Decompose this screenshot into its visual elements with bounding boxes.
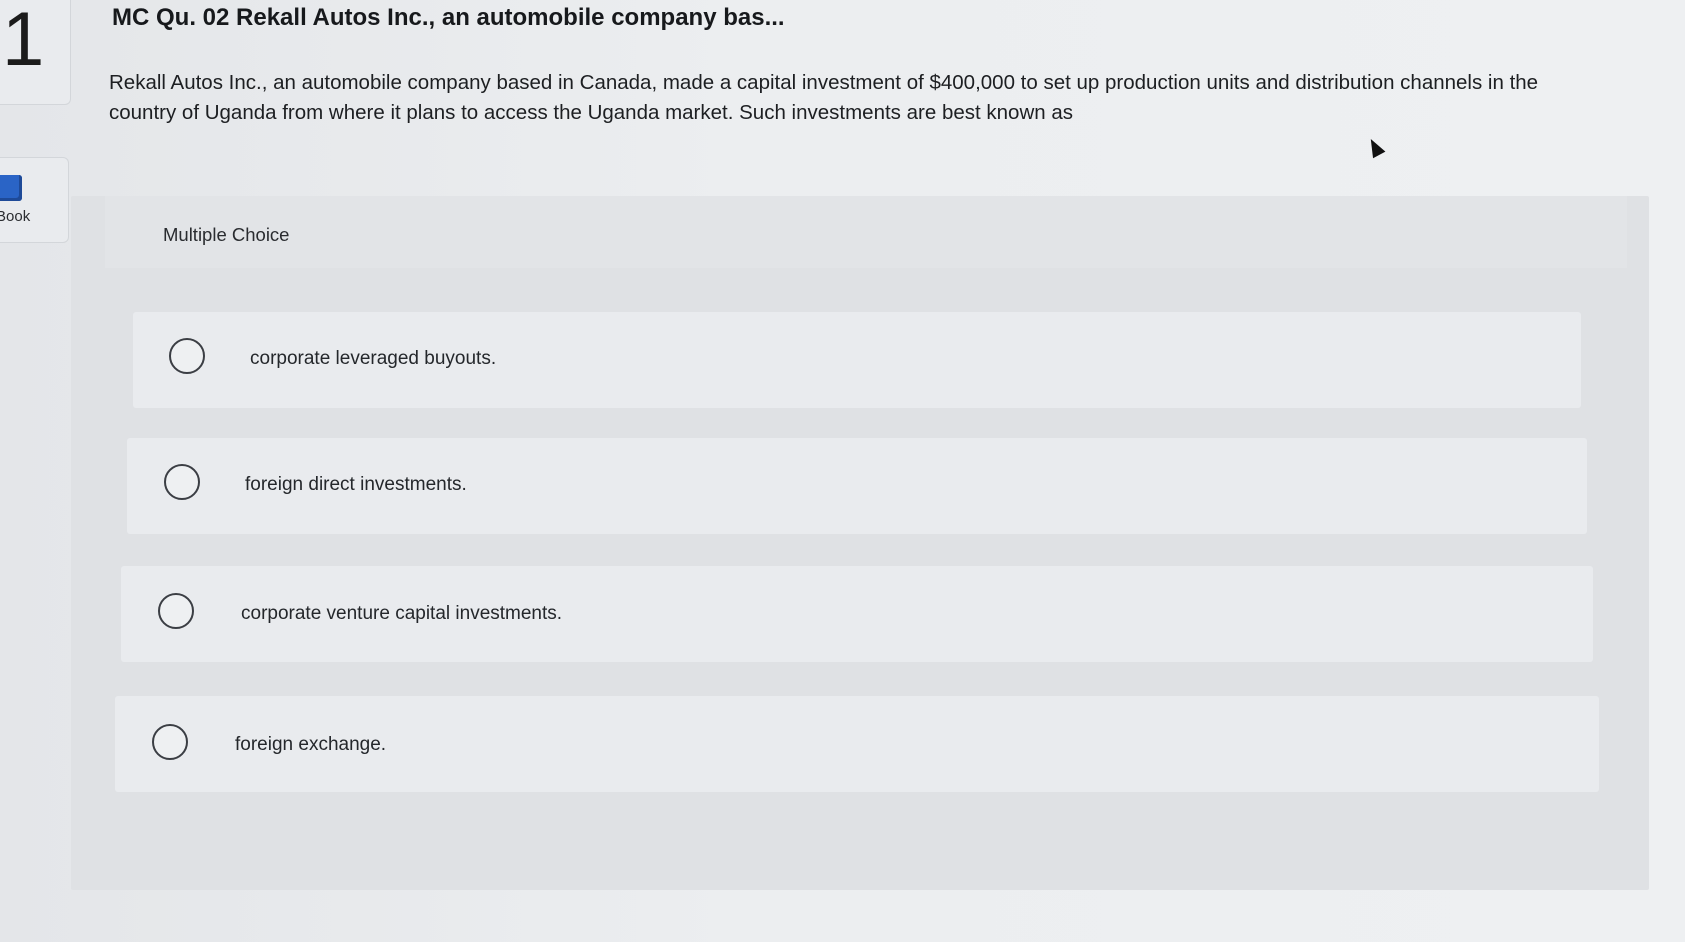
ebook-button[interactable]: Book xyxy=(0,157,69,243)
radio-button-3[interactable] xyxy=(158,593,194,629)
question-number-tab[interactable]: 1 xyxy=(0,0,71,105)
multiple-choice-panel: Multiple Choice corporate leveraged buyo… xyxy=(71,196,1649,890)
choice-option-1[interactable]: corporate leveraged buyouts. xyxy=(133,312,1581,408)
choice-label-1: corporate leveraged buyouts. xyxy=(250,348,497,369)
multiple-choice-label: Multiple Choice xyxy=(163,224,290,245)
choice-label-2: foreign direct investments. xyxy=(245,474,467,495)
radio-button-2[interactable] xyxy=(164,464,200,500)
book-icon xyxy=(0,175,22,201)
radio-button-1[interactable] xyxy=(169,338,205,374)
mouse-cursor-icon xyxy=(1364,135,1386,159)
multiple-choice-header: Multiple Choice xyxy=(105,196,1627,268)
choice-label-3: corporate venture capital investments. xyxy=(241,603,563,624)
choice-label-4: foreign exchange. xyxy=(235,734,387,755)
ebook-label: Book xyxy=(0,208,31,225)
question-number: 1 xyxy=(2,0,45,82)
question-title: MC Qu. 02 Rekall Autos Inc., an automobi… xyxy=(112,4,785,31)
radio-button-4[interactable] xyxy=(152,724,188,760)
question-prompt: Rekall Autos Inc., an automobile company… xyxy=(109,71,1539,124)
choice-option-4[interactable]: foreign exchange. xyxy=(115,696,1599,792)
choice-option-2[interactable]: foreign direct investments. xyxy=(127,438,1587,534)
page: 1 Book MC Qu. 02 Rekall Autos Inc., an a… xyxy=(0,0,1685,942)
choice-option-3[interactable]: corporate venture capital investments. xyxy=(121,566,1593,662)
